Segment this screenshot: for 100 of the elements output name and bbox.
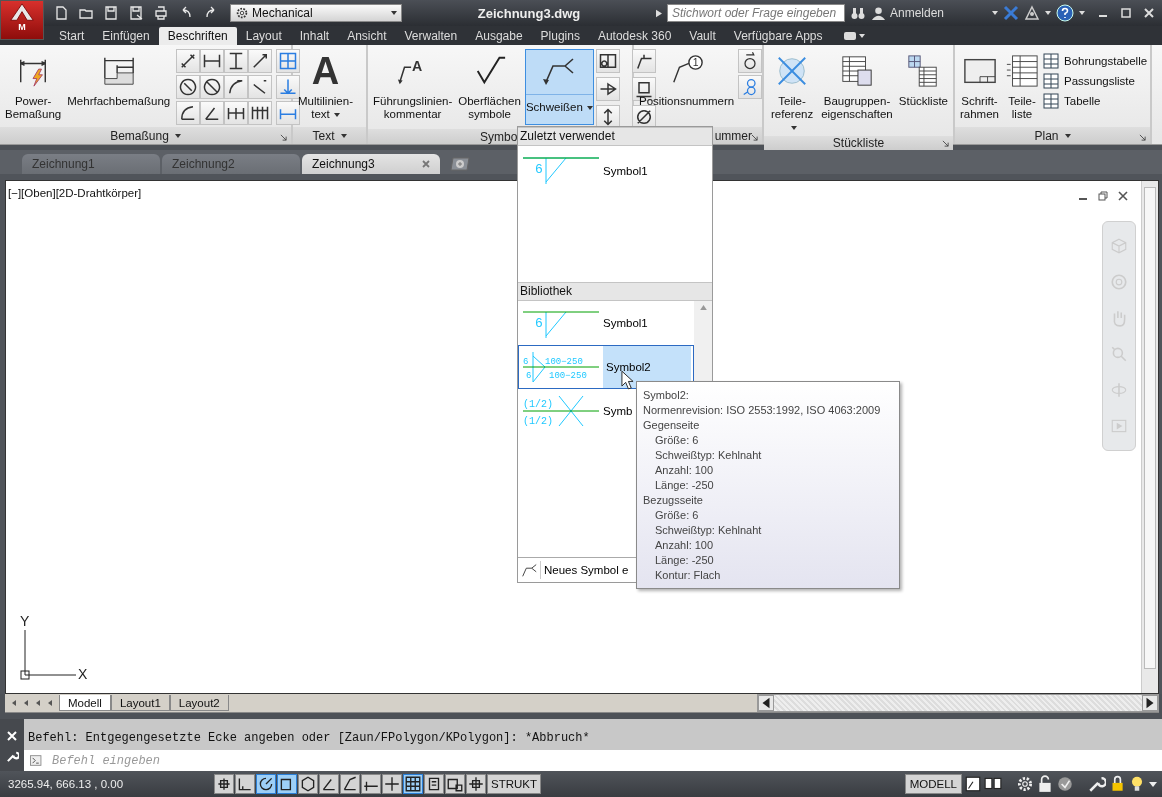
dimension-tool-icon[interactable]	[224, 49, 249, 73]
ribbon-tool-button[interactable]: Baugruppen- eigenschaften	[819, 49, 895, 123]
dimension-tool-icon[interactable]	[176, 75, 201, 99]
ribbon-tab[interactable]: Ausgabe	[466, 27, 532, 45]
dimension-tool-icon[interactable]	[176, 101, 201, 125]
drafting-toggle-icon[interactable]	[424, 774, 444, 794]
application-menu-button[interactable]: M	[0, 0, 44, 40]
weld-symbol-item[interactable]: 6 Symbol1	[518, 301, 694, 345]
dialog-launcher-icon[interactable]	[942, 140, 949, 147]
balloon-chain-icon[interactable]	[738, 75, 763, 99]
viewport-label[interactable]: [−][Oben][2D-Drahtkörper]	[8, 187, 142, 199]
drafting-toggle-icon[interactable]	[403, 774, 423, 794]
ribbon-tool-button[interactable]: Teile- referenz	[767, 49, 818, 136]
dimension-tool-icon[interactable]	[248, 49, 273, 73]
weld-symbol-item[interactable]: 6 Symbol1	[518, 150, 712, 192]
ribbon-tab[interactable]: Inhalt	[290, 27, 339, 45]
sheet-tab[interactable]: Layout2	[169, 695, 229, 711]
search-field[interactable]: Stichwort oder Frage eingeben	[667, 4, 845, 22]
weld-split-button[interactable]: Schweißen	[524, 49, 594, 125]
status-toggle-button[interactable]: STRUKT	[487, 774, 541, 794]
viewport-icon[interactable]	[964, 775, 982, 793]
ribbon-tab[interactable]: Verfügbare Apps	[724, 27, 832, 45]
new-tab-icon[interactable]	[448, 156, 472, 172]
lock-icon[interactable]	[1036, 775, 1054, 793]
ribbon-tab[interactable]: Verwalten	[395, 27, 467, 45]
printer-icon[interactable]	[153, 5, 169, 21]
ribbon-tab[interactable]: Plugins	[531, 27, 589, 45]
drafting-toggle-icon[interactable]	[361, 774, 381, 794]
workspace-dropdown[interactable]: Mechanical	[230, 4, 402, 22]
document-tab[interactable]: Zeichnung3	[302, 154, 440, 174]
ribbon-tool-button[interactable]: Oberflächen symbole	[456, 49, 523, 123]
ribbon-tool-button[interactable]: Mehrfachbemaßung	[65, 49, 173, 110]
drafting-toggle-icon[interactable]	[256, 774, 276, 794]
ribbon-tool-button[interactable]: A Führungslinien- kommentar	[371, 49, 455, 123]
panel-toggle-icon[interactable]	[843, 31, 866, 41]
ribbon-tab[interactable]: Einfügen	[93, 27, 159, 45]
drafting-toggle-icon[interactable]	[466, 774, 486, 794]
drafting-toggle-icon[interactable]	[235, 774, 255, 794]
dimension-tool-icon[interactable]	[248, 75, 273, 99]
maximize-icon[interactable]	[1121, 8, 1131, 18]
expand-arrow-icon[interactable]	[656, 8, 662, 18]
ribbon-tool-button[interactable]: Passungsliste	[1043, 73, 1148, 89]
drafting-toggle-icon[interactable]	[298, 774, 318, 794]
horizontal-scrollbar[interactable]	[757, 694, 1159, 712]
close-icon[interactable]	[1118, 191, 1128, 201]
symbol-tool-icon[interactable]	[631, 105, 656, 129]
drafting-toggle-icon[interactable]	[319, 774, 339, 794]
command-prompt-icon[interactable]	[30, 755, 44, 766]
panel-menu-caret[interactable]	[340, 133, 347, 138]
binoculars-icon[interactable]	[850, 5, 866, 21]
dimension-tool-icon[interactable]	[176, 49, 201, 73]
ribbon-tab[interactable]: Vault	[680, 27, 725, 45]
ribbon-tool-button[interactable]: Tabelle	[1043, 93, 1148, 109]
dialog-launcher-icon[interactable]	[280, 134, 287, 141]
dimension-tool-icon[interactable]	[248, 101, 273, 125]
ribbon-tab[interactable]: Layout	[236, 27, 291, 45]
panel-menu-caret[interactable]	[1064, 133, 1071, 138]
sign-in-button[interactable]: Anmelden	[871, 5, 981, 21]
triangle-people-icon[interactable]	[1024, 5, 1040, 21]
dialog-launcher-icon[interactable]	[1139, 134, 1146, 141]
ribbon-tool-button[interactable]: Bohrungstabelle	[1043, 53, 1148, 69]
gear-icon[interactable]	[1016, 775, 1034, 793]
symbol-tool-icon[interactable]	[595, 105, 620, 129]
ribbon-tool-button[interactable]: Teile- liste	[1003, 49, 1041, 123]
ribbon-tool-button[interactable]: Schrift- rahmen	[958, 49, 1001, 123]
sheet-tab[interactable]: Layout1	[110, 695, 170, 711]
ribbon-tool-button[interactable]: Power- Bemaßung	[3, 49, 64, 123]
dimension-tool-icon[interactable]	[224, 75, 249, 99]
restore-icon[interactable]	[1098, 191, 1108, 201]
vertical-scrollbar[interactable]	[1141, 181, 1158, 693]
dimension-tool-icon[interactable]	[200, 101, 225, 125]
exchange-x-icon[interactable]	[1003, 5, 1019, 21]
sheet-tab[interactable]: Modell	[59, 695, 111, 711]
wrench-icon[interactable]	[5, 749, 19, 763]
ribbon-tab[interactable]: Autodesk 360	[588, 27, 681, 45]
drafting-toggle-icon[interactable]	[277, 774, 297, 794]
ribbon-tab[interactable]: Ansicht	[338, 27, 396, 45]
model-space-button[interactable]: MODELL	[904, 774, 962, 794]
ribbon-tool-button[interactable]: Stückliste	[896, 49, 950, 110]
save-icon[interactable]	[103, 5, 119, 21]
ribbon-tab[interactable]: Beschriften	[158, 27, 237, 45]
drafting-toggle-icon[interactable]	[340, 774, 360, 794]
drafting-toggle-icon[interactable]	[382, 774, 402, 794]
panel-menu-caret[interactable]	[174, 133, 181, 138]
wrench-icon[interactable]	[1088, 775, 1106, 793]
ribbon-tool-button[interactable]: A Multilinien- text	[296, 49, 355, 123]
save-as-icon[interactable]	[128, 5, 144, 21]
dimension-tool-icon[interactable]	[200, 75, 225, 99]
dialog-launcher-icon[interactable]	[751, 134, 758, 141]
symbol-tool-icon[interactable]	[631, 49, 656, 73]
dimension-tool-icon[interactable]	[200, 49, 225, 73]
drafting-toggle-icon[interactable]	[445, 774, 465, 794]
dimension-tool-icon[interactable]	[224, 101, 249, 125]
help-icon[interactable]	[1056, 4, 1074, 22]
symbol-tool-icon[interactable]	[595, 49, 620, 73]
symbol-tool-icon[interactable]	[595, 77, 620, 101]
ribbon-tool-button[interactable]: 1 Positionsnummern	[637, 49, 737, 110]
new-file-icon[interactable]	[53, 5, 69, 21]
drafting-toggle-icon[interactable]	[214, 774, 234, 794]
ribbon-tab[interactable]: Start	[50, 27, 94, 45]
